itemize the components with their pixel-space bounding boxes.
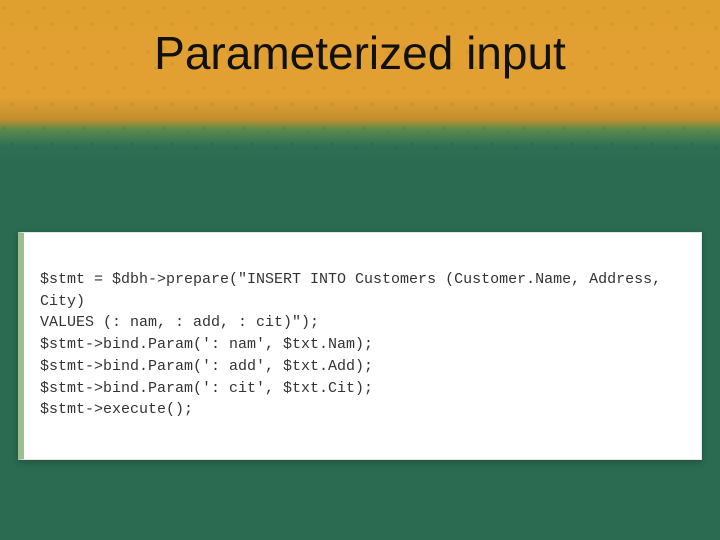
slide-title: Parameterized input xyxy=(0,26,720,80)
slide: Parameterized input $stmt = $dbh->prepar… xyxy=(0,0,720,540)
code-line: $stmt->bind.Param(': nam', $txt.Nam); xyxy=(40,336,373,353)
code-line: $stmt->bind.Param(': add', $txt.Add); xyxy=(40,358,373,375)
code-line: $stmt = $dbh->prepare("INSERT INTO Custo… xyxy=(40,271,670,310)
code-line: $stmt->bind.Param(': cit', $txt.Cit); xyxy=(40,380,373,397)
code-line: VALUES (: nam, : add, : cit)"); xyxy=(40,314,319,331)
code-line: $stmt->execute(); xyxy=(40,401,193,418)
code-block: $stmt = $dbh->prepare("INSERT INTO Custo… xyxy=(40,247,683,443)
code-card: $stmt = $dbh->prepare("INSERT INTO Custo… xyxy=(18,232,702,460)
